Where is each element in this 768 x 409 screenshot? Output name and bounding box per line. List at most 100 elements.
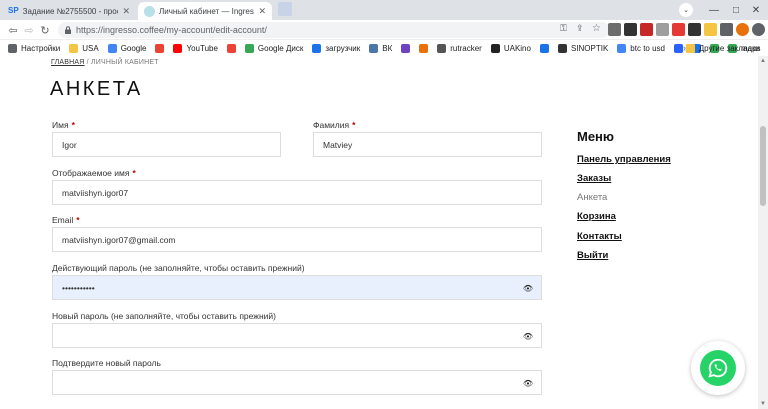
- bookmark-item[interactable]: USA: [69, 43, 99, 53]
- bookmark-item[interactable]: [226, 43, 240, 53]
- menu-item-dashboard[interactable]: Панель управления: [577, 154, 671, 165]
- last-name-label-text: Фамилия: [313, 120, 350, 130]
- email-value: matviishyn.igor07@gmail.com: [62, 234, 176, 245]
- close-window-icon[interactable]: ✕: [742, 0, 768, 20]
- bookmark-label: btc to usd: [630, 43, 665, 53]
- scrollbar-thumb[interactable]: [760, 126, 766, 206]
- menu-item-contacts[interactable]: Контакты: [577, 231, 622, 242]
- avatar[interactable]: [736, 23, 749, 36]
- bookmark-favicon-icon: [8, 43, 17, 53]
- confirm-password-field[interactable]: 👁: [52, 370, 542, 395]
- new-password-field[interactable]: 👁: [52, 323, 542, 348]
- bookmark-favicon-icon: [437, 43, 447, 53]
- bookmark-item[interactable]: UAKino: [490, 43, 531, 53]
- tab-task[interactable]: SP Задание №2755500 - просмотр з ✕: [2, 2, 136, 20]
- profile-dropdown-icon[interactable]: ⌄: [672, 0, 700, 20]
- bookmark-item[interactable]: Google: [107, 43, 147, 53]
- last-name-field[interactable]: Matviey: [313, 132, 542, 157]
- page-title: АНКЕТА: [50, 78, 143, 100]
- share-icon[interactable]: ⇪: [576, 23, 589, 36]
- scroll-up-icon[interactable]: ▲: [758, 56, 768, 66]
- back-icon[interactable]: ⇦: [6, 22, 20, 38]
- bookmark-item[interactable]: SINOPTIK: [557, 43, 608, 53]
- last-name-value: Matviey: [323, 139, 353, 150]
- tab-account[interactable]: Личный кабинет — Ingresso ✕: [138, 2, 272, 20]
- bookmark-item[interactable]: [401, 43, 414, 53]
- bookmark-favicon-icon: [69, 43, 79, 53]
- eye-icon[interactable]: 👁: [523, 284, 533, 293]
- browser-toolbar: ⇦ ⇨ ↻ https://ingresso.coffee/my-account…: [0, 20, 768, 40]
- eye-icon[interactable]: 👁: [523, 379, 533, 388]
- breadcrumb-home-link[interactable]: ГЛАВНАЯ: [51, 59, 85, 66]
- menu-item-profile: Анкета: [577, 192, 608, 203]
- bookmark-item[interactable]: rutracker: [437, 43, 482, 53]
- bookmark-item[interactable]: YouTube: [173, 43, 218, 53]
- required-mark: *: [132, 168, 136, 178]
- extension-icon[interactable]: [624, 23, 637, 36]
- bookmark-favicon-icon: [369, 43, 379, 53]
- bookmark-label: UAKino: [503, 43, 531, 53]
- whatsapp-button[interactable]: [691, 341, 745, 395]
- first-name-value: Igor: [62, 139, 77, 150]
- menu-item-cart[interactable]: Корзина: [577, 211, 616, 222]
- bookmark-item[interactable]: [155, 43, 168, 53]
- folder-icon: [685, 43, 695, 53]
- menu-item-logout[interactable]: Выйти: [577, 250, 608, 261]
- bookmark-item[interactable]: [419, 43, 432, 53]
- bookmark-item[interactable]: ВК: [369, 43, 392, 53]
- update-icon[interactable]: [752, 23, 765, 36]
- eye-icon[interactable]: 👁: [523, 332, 533, 341]
- bookmark-favicon-icon: [557, 43, 567, 53]
- reload-icon[interactable]: ↻: [38, 22, 52, 38]
- bookmark-item[interactable]: Google Диск: [244, 43, 303, 53]
- tab-close-icon[interactable]: ✕: [122, 6, 130, 17]
- bookmark-item[interactable]: Настройки: [8, 43, 60, 53]
- first-name-field[interactable]: Igor: [52, 132, 281, 157]
- extension-icon[interactable]: [656, 23, 669, 36]
- page-scrollbar[interactable]: ▲ ▼: [758, 56, 768, 409]
- bookmark-label: rutracker: [450, 43, 482, 53]
- display-name-label: Отображаемое имя *: [52, 168, 136, 178]
- bookmark-favicon-icon: [226, 43, 236, 53]
- star-icon[interactable]: ☆: [592, 23, 605, 36]
- current-password-label: Действующий пароль (не заполняйте, чтобы…: [52, 263, 305, 273]
- bookmark-label: Google: [120, 43, 147, 53]
- required-mark: *: [76, 215, 80, 225]
- tab-close-icon[interactable]: ✕: [258, 6, 266, 17]
- whatsapp-icon: [700, 350, 736, 386]
- breadcrumb-current: ЛИЧНЫЙ КАБИНЕТ: [90, 59, 159, 66]
- puzzle-icon[interactable]: [720, 23, 733, 36]
- last-name-label: Фамилия *: [313, 120, 355, 130]
- bookmark-favicon-icon: [539, 43, 549, 53]
- extension-icon[interactable]: [704, 23, 717, 36]
- extension-icon[interactable]: [688, 23, 701, 36]
- bookmark-item[interactable]: загрузчик: [312, 43, 360, 53]
- first-name-label: Имя *: [52, 120, 75, 130]
- other-bookmarks-label: Другие закладки: [698, 43, 760, 53]
- key-icon[interactable]: ⚿: [560, 23, 573, 36]
- scroll-down-icon[interactable]: ▼: [758, 399, 768, 409]
- breadcrumb: ГЛАВНАЯ / ЛИЧНЫЙ КАБИНЕТ: [51, 59, 159, 66]
- required-mark: *: [352, 120, 356, 130]
- other-bookmarks[interactable]: Другие закладки: [685, 40, 760, 56]
- lock-icon: [65, 26, 71, 34]
- new-tab-preview-icon[interactable]: [278, 2, 292, 16]
- current-password-field[interactable]: ••••••••••• 👁: [52, 275, 542, 300]
- display-name-label-text: Отображаемое имя: [52, 168, 130, 178]
- display-name-field[interactable]: matviishyn.igor07: [52, 180, 542, 205]
- bookmarks-bar: Настройки USA Google YouTube Google Диск загр…: [0, 40, 768, 56]
- bookmark-item[interactable]: btc to usd: [617, 43, 665, 53]
- extension-icon[interactable]: [640, 23, 653, 36]
- bookmark-favicon-icon: [107, 43, 117, 53]
- forward-icon[interactable]: ⇨: [22, 22, 36, 38]
- extension-icon[interactable]: [608, 23, 621, 36]
- bookmark-favicon-icon: [617, 43, 627, 53]
- menu-item-orders[interactable]: Заказы: [577, 173, 611, 184]
- confirm-password-label: Подтвердите новый пароль: [52, 358, 161, 368]
- extension-icon[interactable]: [672, 23, 685, 36]
- address-bar[interactable]: https://ingresso.coffee/my-account/edit-…: [58, 22, 610, 38]
- email-field[interactable]: matviishyn.igor07@gmail.com: [52, 227, 542, 252]
- bookmark-label: USA: [82, 43, 99, 53]
- bookmark-item[interactable]: [539, 43, 553, 53]
- breadcrumb-separator: /: [86, 59, 89, 66]
